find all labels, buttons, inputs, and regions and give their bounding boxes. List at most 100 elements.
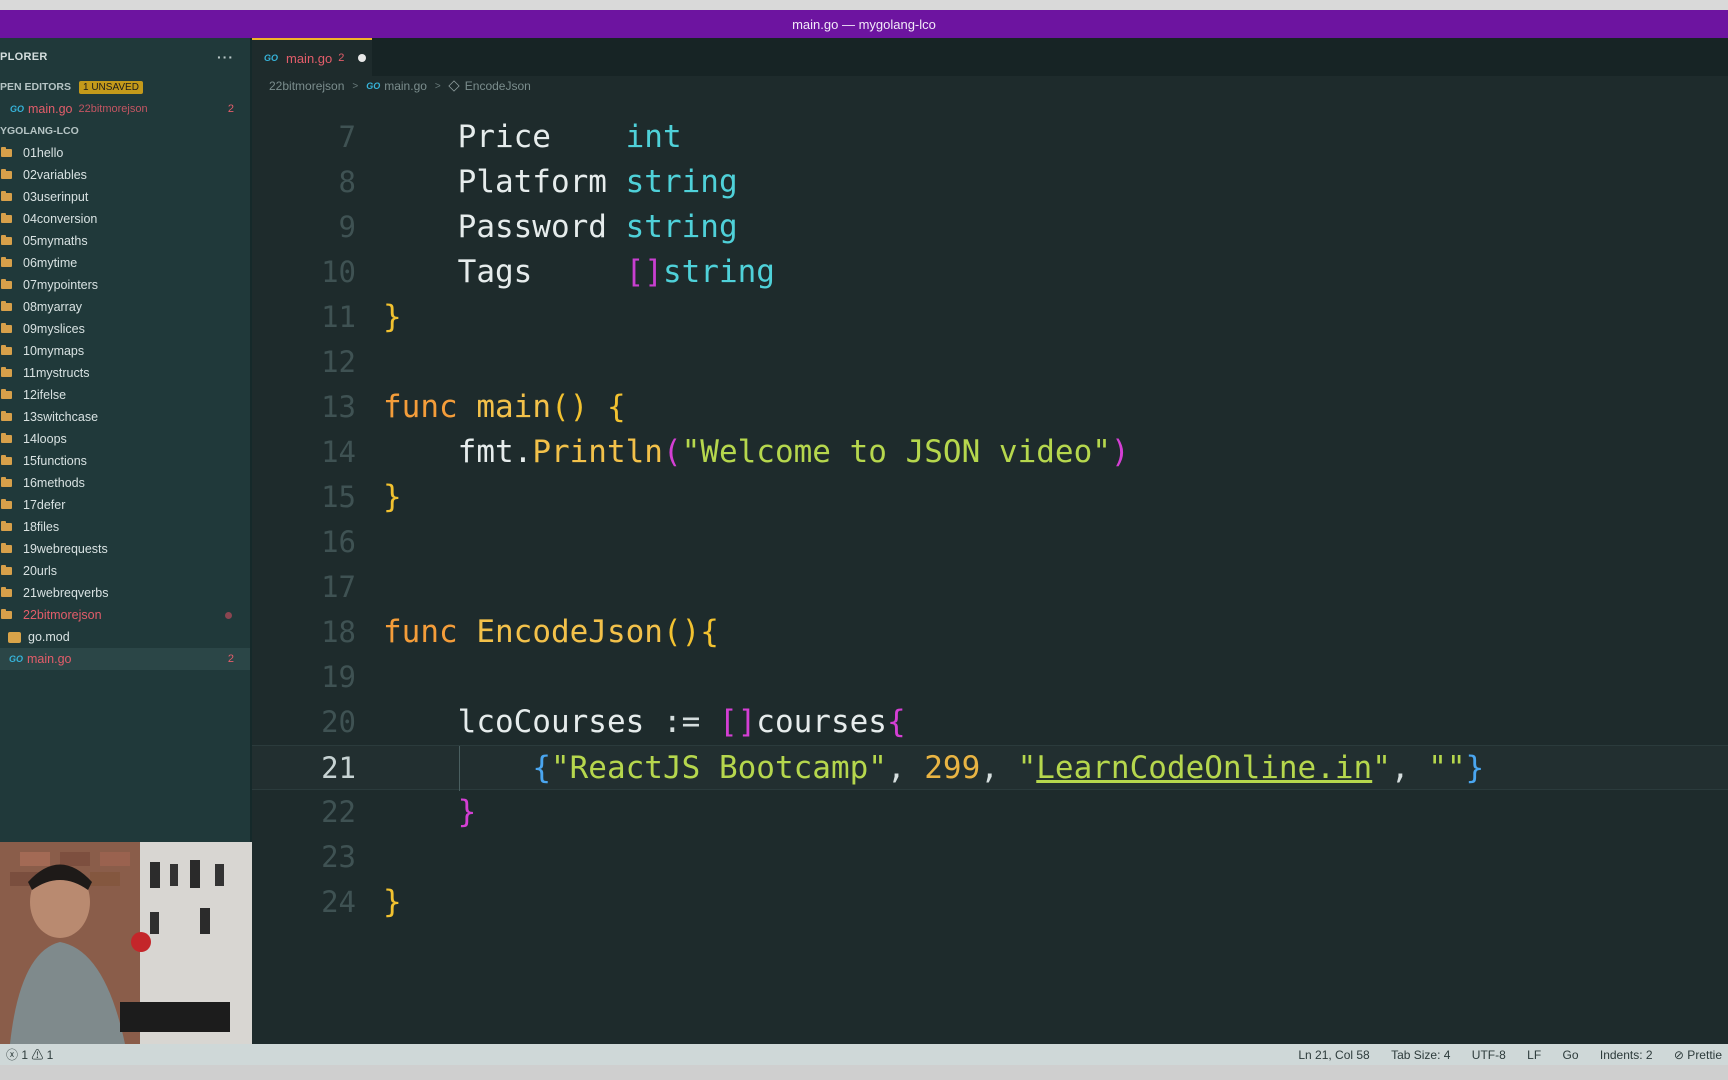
code-line: 17 [252, 565, 1728, 610]
code-line: 19 [252, 655, 1728, 700]
code-line-current: 21 {"ReactJS Bootcamp", 299, "LearnCodeO… [252, 745, 1728, 791]
folder-icon [1, 455, 12, 465]
folder-item[interactable]: 21webreqverbs [0, 582, 250, 604]
folder-name: 10mymaps [23, 344, 85, 358]
folder-icon [1, 235, 12, 245]
folder-name: 04conversion [23, 212, 98, 226]
line-number: 11 [321, 300, 356, 334]
folder-item[interactable]: 05mymaths [0, 230, 250, 252]
folder-name: 19webrequests [23, 542, 108, 556]
breadcrumb-file[interactable]: main.go [384, 79, 427, 93]
code-text: Password string [457, 209, 738, 245]
code-editor[interactable]: 7 Price int 8 Platform string 9 Password… [252, 115, 1728, 925]
folder-name: 20urls [23, 564, 58, 578]
line-number: 20 [321, 705, 356, 739]
line-number: 15 [321, 480, 356, 514]
editor-area: GO main.go 2 22bitmorejson > GO main.go … [252, 38, 1728, 1044]
folder-item-active[interactable]: 22bitmorejson [0, 604, 250, 626]
language-mode[interactable]: Go [1563, 1048, 1579, 1062]
folder-icon [1, 521, 12, 531]
folder-item[interactable]: 09myslices [0, 318, 250, 340]
folder-item[interactable]: 16methods [0, 472, 250, 494]
open-editor-folder: 22bitmorejson [78, 103, 148, 115]
unsaved-badge: 1 UNSAVED [79, 80, 143, 94]
folder-name: 05mymaths [23, 234, 88, 248]
line-number: 10 [321, 255, 356, 289]
end-of-line[interactable]: LF [1527, 1048, 1541, 1062]
unsaved-dot-icon[interactable] [358, 54, 367, 62]
open-editor-filename: main.go [28, 102, 73, 116]
folder-icon [1, 169, 12, 179]
tab-main-go[interactable]: GO main.go 2 [252, 38, 372, 76]
breadcrumb-folder[interactable]: 22bitmorejson [269, 79, 344, 93]
workspace-section[interactable]: YGOLANG-LCO [0, 120, 250, 142]
file-item-maingo[interactable]: GO main.go 2 [0, 648, 250, 670]
code-line: 24} [252, 880, 1728, 925]
folder-icon [1, 213, 12, 223]
problem-count: 2 [227, 653, 234, 665]
file-encoding[interactable]: UTF-8 [1472, 1048, 1506, 1062]
prettier-status[interactable]: ⊘ Prettie [1674, 1048, 1722, 1062]
tab-label: main.go [286, 50, 333, 66]
folder-icon [1, 499, 12, 509]
line-number: 12 [321, 345, 356, 379]
file-name: go.mod [28, 630, 70, 644]
line-number: 21 [321, 751, 356, 785]
folder-icon [1, 389, 12, 399]
go-file-icon: GO [10, 104, 25, 114]
folder-item[interactable]: 01hello [0, 142, 250, 164]
line-number: 9 [338, 210, 356, 244]
folder-name: 06mytime [23, 256, 78, 270]
tab-size[interactable]: Tab Size: 4 [1391, 1048, 1450, 1062]
folder-item[interactable]: 15functions [0, 450, 250, 472]
folder-item[interactable]: 18files [0, 516, 250, 538]
tab-problem-count: 2 [338, 52, 345, 64]
code-line: 23 [252, 835, 1728, 880]
line-number: 17 [321, 570, 356, 604]
folder-item[interactable]: 20urls [0, 560, 250, 582]
code-line: 14 fmt.Println("Welcome to JSON video") [252, 430, 1728, 475]
problems-indicator[interactable]: ⓧ 1 ⚠ 1 [6, 1046, 53, 1063]
folder-name: 09myslices [23, 322, 85, 336]
folder-item[interactable]: 14loops [0, 428, 250, 450]
folder-icon [1, 323, 12, 333]
folder-item[interactable]: 02variables [0, 164, 250, 186]
window-title: main.go — mygolang-lco [0, 10, 1728, 38]
line-number: 19 [321, 660, 356, 694]
more-actions-icon[interactable]: ··· [217, 49, 234, 65]
folder-name: 18files [23, 520, 60, 534]
folder-item[interactable]: 04conversion [0, 208, 250, 230]
code-text: fmt.Println("Welcome to JSON video") [457, 434, 1130, 470]
line-number: 22 [321, 795, 356, 829]
folder-item[interactable]: 12ifelse [0, 384, 250, 406]
code-text: } [383, 479, 402, 515]
line-number: 13 [321, 390, 356, 424]
open-editors-section[interactable]: PEN EDITORS 1 UNSAVED [0, 76, 250, 98]
folder-item[interactable]: 13switchcase [0, 406, 250, 428]
folder-name: 02variables [23, 168, 87, 182]
open-editor-item[interactable]: GO main.go 22bitmorejson 2 [0, 98, 250, 120]
folder-item[interactable]: 07mypointers [0, 274, 250, 296]
folder-icon [1, 565, 12, 575]
indent-setting[interactable]: Indents: 2 [1600, 1048, 1653, 1062]
code-line: 22 } [252, 790, 1728, 835]
folder-item[interactable]: 10mymaps [0, 340, 250, 362]
line-number: 8 [338, 165, 356, 199]
code-text: Price int [457, 119, 682, 155]
folder-tree: 01hello 02variables 03userinput 04conversio… [0, 142, 250, 604]
folder-item[interactable]: 17defer [0, 494, 250, 516]
cursor-position[interactable]: Ln 21, Col 58 [1298, 1048, 1369, 1062]
code-line: 9 Password string [252, 205, 1728, 250]
breadcrumb-symbol[interactable]: EncodeJson [465, 79, 531, 93]
file-item-gomod[interactable]: go.mod [0, 626, 250, 648]
folder-item[interactable]: 03userinput [0, 186, 250, 208]
webcam-overlay [0, 842, 252, 1044]
folder-icon [1, 411, 12, 421]
folder-item[interactable]: 19webrequests [0, 538, 250, 560]
folder-item[interactable]: 06mytime [0, 252, 250, 274]
folder-item[interactable]: 11mystructs [0, 362, 250, 384]
code-line: 7 Price int [252, 115, 1728, 160]
folder-item[interactable]: 08myarray [0, 296, 250, 318]
folder-icon [1, 587, 12, 597]
explorer-title: PLORER [0, 51, 48, 63]
